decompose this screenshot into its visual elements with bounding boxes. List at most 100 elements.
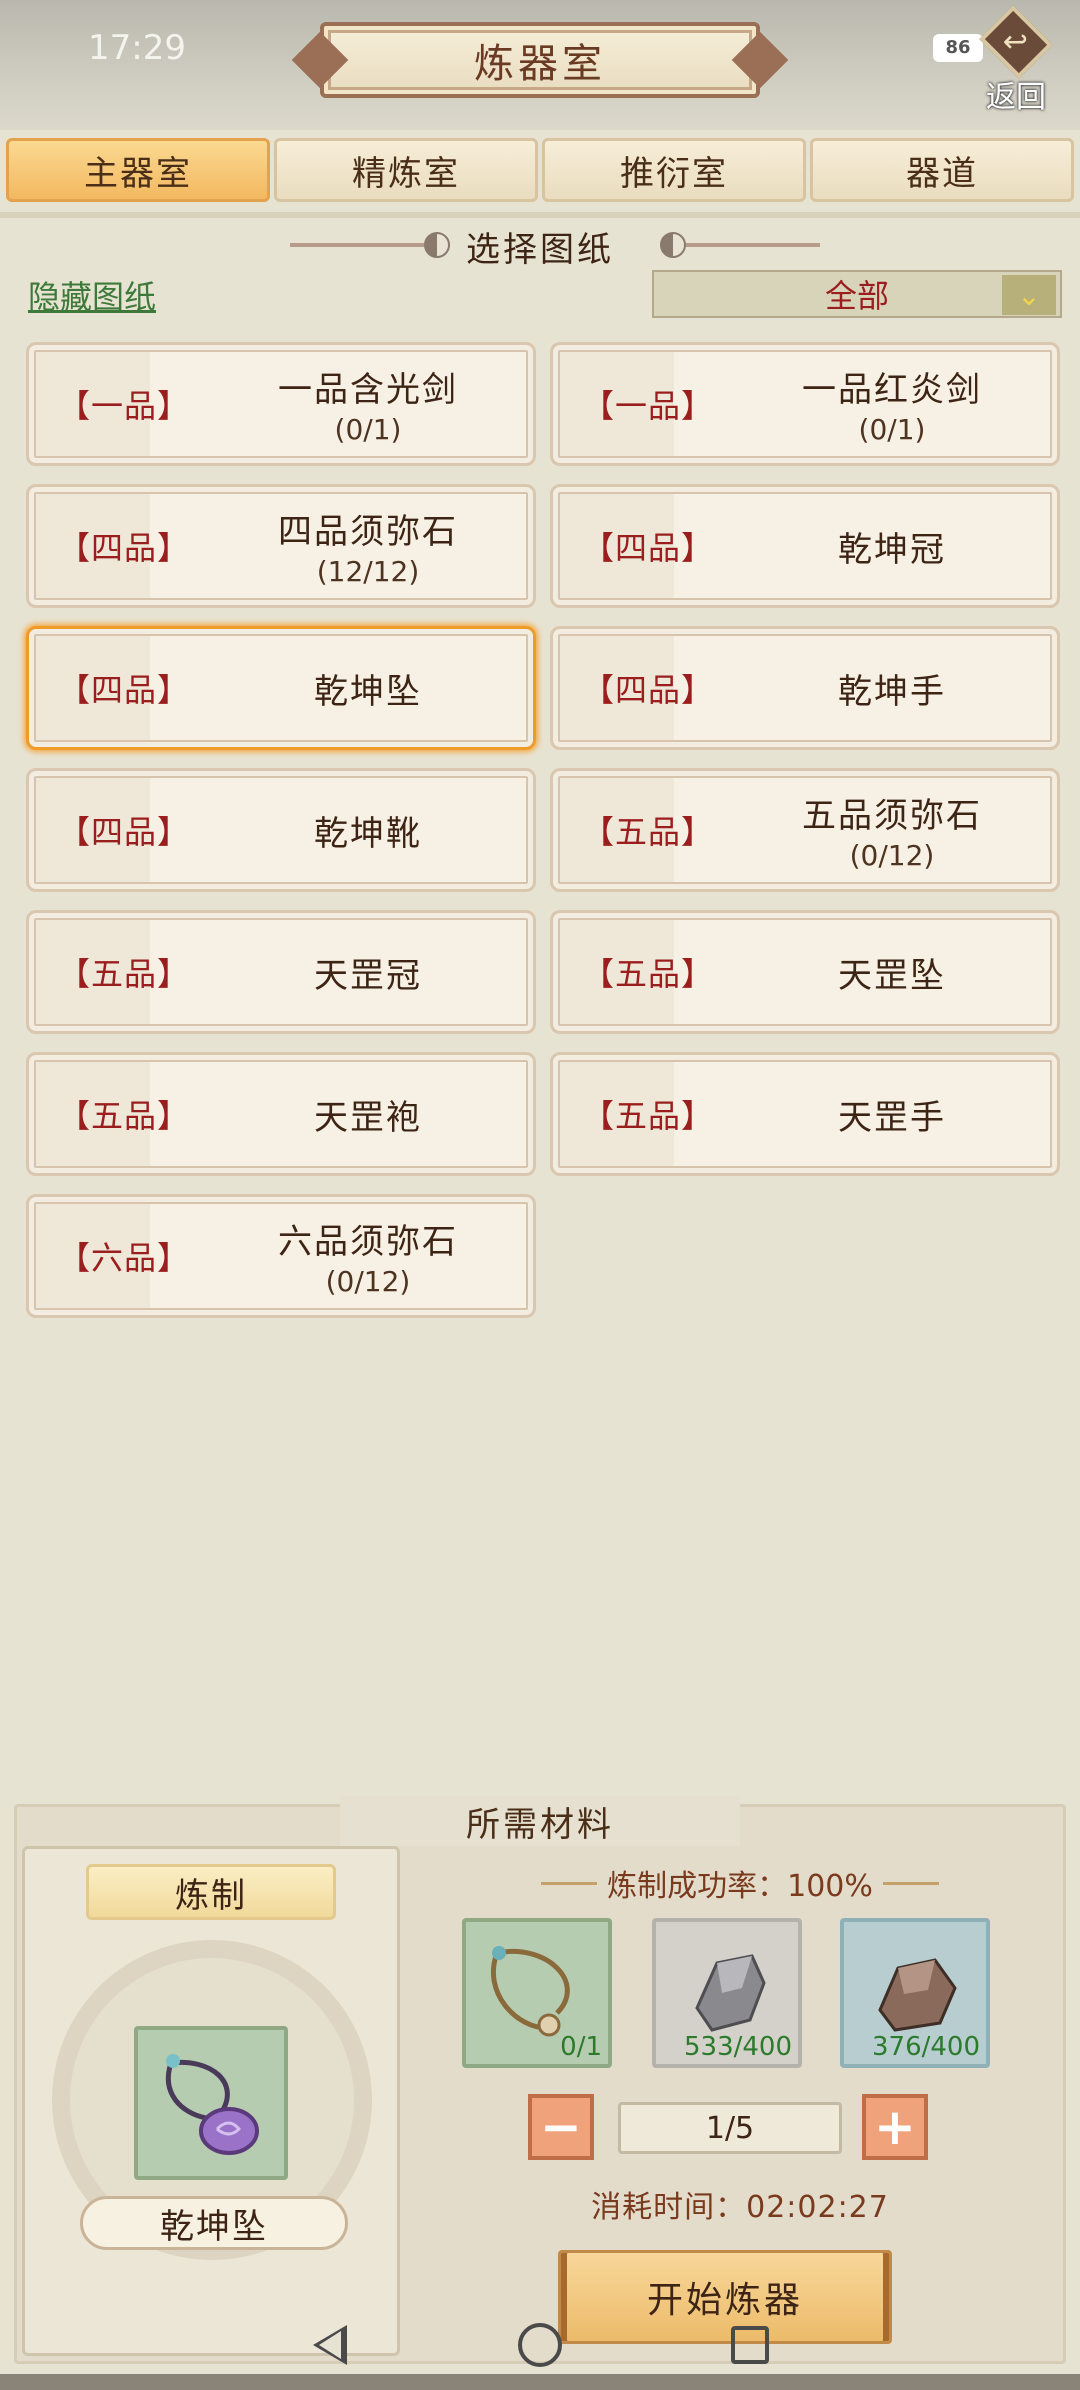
blueprint-info: 乾坤靴 xyxy=(219,806,533,855)
blueprint-count: (0/1) xyxy=(334,413,402,446)
blueprint-card[interactable]: 【一品】 一品含光剑 (0/1) xyxy=(26,342,536,466)
square-recents-icon xyxy=(731,2326,769,2364)
tab-main-room[interactable]: 主器室 xyxy=(6,138,270,202)
blueprint-grade: 【一品】 xyxy=(581,387,714,425)
blueprint-info: 一品含光剑 (0/1) xyxy=(219,362,533,446)
blueprint-card[interactable]: 【六品】 六品须弥石 (0/12) xyxy=(26,1194,536,1318)
blueprint-card[interactable]: 【四品】 乾坤冠 xyxy=(550,484,1060,608)
blueprint-name: 天罡袍 xyxy=(314,1097,422,1138)
blueprint-name: 天罡冠 xyxy=(314,955,422,996)
blueprint-grade: 【五品】 xyxy=(581,1097,714,1135)
blueprint-grade: 【五品】 xyxy=(57,955,190,993)
blueprint-grade: 【五品】 xyxy=(581,813,714,851)
blueprint-card[interactable]: 【一品】 一品红炎剑 (0/1) xyxy=(550,342,1060,466)
material-count: 0/1 xyxy=(560,2032,602,2062)
blueprint-name: 乾坤冠 xyxy=(838,529,946,570)
nav-back-button[interactable] xyxy=(305,2320,355,2370)
bottom-edge xyxy=(0,2374,1080,2390)
craft-item-name: 乾坤坠 xyxy=(80,2196,348,2250)
blueprint-name: 天罡手 xyxy=(838,1097,946,1138)
filter-dropdown[interactable]: 全部 ⌄ xyxy=(652,270,1062,318)
blueprint-name: 五品须弥石 xyxy=(802,796,982,836)
blueprint-count: (0/1) xyxy=(858,413,926,446)
craft-label: 炼制 xyxy=(86,1864,336,1920)
blueprint-card[interactable]: 【五品】 天罡冠 xyxy=(26,910,536,1034)
pendant-icon xyxy=(165,2054,259,2155)
blueprint-info: 六品须弥石 (0/12) xyxy=(219,1214,533,1298)
divider xyxy=(0,212,1080,218)
materials-title: 所需材料 xyxy=(340,1796,740,1846)
blueprint-name: 六品须弥石 xyxy=(278,1222,458,1262)
blueprint-info: 天罡手 xyxy=(743,1090,1057,1139)
minus-icon: − xyxy=(540,2098,582,2156)
blueprint-name: 四品须弥石 xyxy=(278,512,458,552)
blueprint-name: 乾坤手 xyxy=(838,671,946,712)
tab-refine-room[interactable]: 精炼室 xyxy=(274,138,538,202)
blueprint-grade: 【一品】 xyxy=(57,387,190,425)
blueprint-card[interactable]: 【五品】 天罡手 xyxy=(550,1052,1060,1176)
blueprint-card[interactable]: 【四品】 乾坤靴 xyxy=(26,768,536,892)
material-count: 533/400 xyxy=(683,2032,792,2062)
yin-yang-decoration-right xyxy=(660,232,820,258)
tab-deduce-room[interactable]: 推衍室 xyxy=(542,138,806,202)
blueprint-card[interactable]: 【四品】 乾坤手 xyxy=(550,626,1060,750)
page-title: 炼器室 xyxy=(320,22,760,98)
tab-artifact-dao[interactable]: 器道 xyxy=(810,138,1074,202)
nav-recents-button[interactable] xyxy=(725,2320,775,2370)
blueprint-info: 乾坤坠 xyxy=(219,664,533,713)
chevron-down-icon: ⌄ xyxy=(1002,275,1056,315)
blueprint-info: 乾坤手 xyxy=(743,664,1057,713)
blueprint-name: 一品含光剑 xyxy=(278,370,458,410)
quantity-field[interactable]: 1/5 xyxy=(618,2102,842,2154)
blueprint-count: (0/12) xyxy=(325,1265,411,1298)
blueprint-info: 天罡坠 xyxy=(743,948,1057,997)
blueprint-info: 天罡冠 xyxy=(219,948,533,997)
blueprint-grade: 【四品】 xyxy=(57,529,190,567)
success-rate: 炼制成功率：100% xyxy=(460,1860,1020,1906)
blueprint-count: (12/12) xyxy=(316,555,420,588)
blueprint-info: 四品须弥石 (12/12) xyxy=(219,504,533,588)
blueprint-grade: 【五品】 xyxy=(581,955,714,993)
blueprint-count: (0/12) xyxy=(849,839,935,872)
blueprint-name: 乾坤靴 xyxy=(314,813,422,854)
increase-quantity-button[interactable]: + xyxy=(862,2094,928,2160)
craft-item-slot[interactable] xyxy=(134,2026,288,2180)
blueprint-card[interactable]: 【五品】 天罡袍 xyxy=(26,1052,536,1176)
back-label: 返回 xyxy=(986,80,1046,115)
blueprint-name: 乾坤坠 xyxy=(314,671,422,712)
filter-selected-value: 全部 xyxy=(824,277,889,315)
blueprint-card[interactable]: 【四品】 四品须弥石 (12/12) xyxy=(26,484,536,608)
plus-icon: + xyxy=(874,2098,916,2156)
blueprint-grade: 【六品】 xyxy=(57,1239,190,1277)
blueprint-card[interactable]: 【四品】 乾坤坠 xyxy=(26,626,536,750)
triangle-back-icon xyxy=(313,2325,347,2365)
blueprint-info: 五品须弥石 (0/12) xyxy=(743,788,1057,872)
status-time: 17:29 xyxy=(88,28,186,68)
material-slot-brown-ore[interactable]: 376/400 xyxy=(840,1918,990,2068)
blueprint-card[interactable]: 【五品】 天罡坠 xyxy=(550,910,1060,1034)
blueprint-info: 乾坤冠 xyxy=(743,522,1057,571)
blueprint-info: 天罡袍 xyxy=(219,1090,533,1139)
blueprint-name: 天罡坠 xyxy=(838,955,946,996)
back-button[interactable]: ↩ 返回 xyxy=(976,5,1056,116)
decoration-line xyxy=(541,1881,598,1885)
decoration-line xyxy=(882,1881,939,1885)
circle-home-icon xyxy=(518,2323,562,2367)
blueprint-grid: 【一品】 一品含光剑 (0/1) 【一品】 一品红炎剑 (0/1) 【四品】 四品须弥石 (12… xyxy=(26,342,1060,1318)
material-slot-necklace[interactable]: 0/1 xyxy=(462,1918,612,2068)
blueprint-grade: 【四品】 xyxy=(581,529,714,567)
material-count: 376/400 xyxy=(871,2032,980,2062)
success-rate-text: 炼制成功率：100% xyxy=(607,1869,873,1904)
section-title: 选择图纸 xyxy=(466,229,614,270)
blueprint-grade: 【四品】 xyxy=(581,671,714,709)
blueprint-name: 一品红炎剑 xyxy=(802,370,982,410)
decrease-quantity-button[interactable]: − xyxy=(528,2094,594,2160)
material-slot-gray-ore[interactable]: 533/400 xyxy=(652,1918,802,2068)
room-tabs: 主器室 精炼室 推衍室 器道 xyxy=(6,138,1074,204)
hide-blueprints-link[interactable]: 隐藏图纸 xyxy=(28,272,156,318)
nav-home-button[interactable] xyxy=(515,2320,565,2370)
time-cost: 消耗时间：02:02:27 xyxy=(591,2190,889,2225)
blueprint-grade: 【四品】 xyxy=(57,813,190,851)
blueprint-card[interactable]: 【五品】 五品须弥石 (0/12) xyxy=(550,768,1060,892)
blueprint-info: 一品红炎剑 (0/1) xyxy=(743,362,1057,446)
